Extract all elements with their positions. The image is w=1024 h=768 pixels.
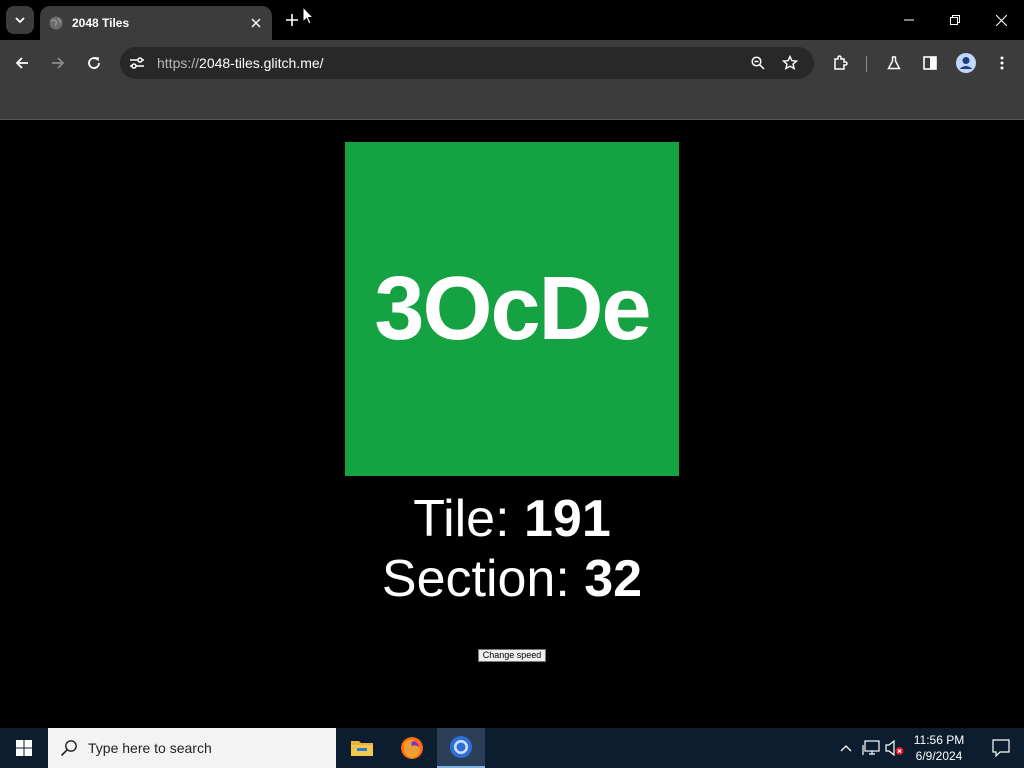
firefox-button[interactable] xyxy=(388,728,436,768)
file-explorer-button[interactable] xyxy=(338,728,386,768)
url-scheme: https:// xyxy=(157,55,200,71)
forward-button[interactable] xyxy=(44,49,72,77)
volume-muted-icon xyxy=(885,740,904,756)
tile-text: 3OcDe xyxy=(374,258,651,359)
chrome-icon xyxy=(450,736,472,758)
search-placeholder: Type here to search xyxy=(88,740,212,756)
notification-button[interactable] xyxy=(978,728,1024,768)
globe-icon xyxy=(48,15,64,31)
plus-icon xyxy=(286,14,298,26)
tab-2048-tiles[interactable]: 2048 Tiles xyxy=(40,6,272,40)
labs-icon xyxy=(887,56,901,70)
tab-search-button[interactable] xyxy=(6,6,34,34)
chevron-up-icon xyxy=(840,745,852,752)
address-bar[interactable]: https://2048-tiles.glitch.me/ xyxy=(120,47,814,79)
menu-icon xyxy=(1000,56,1004,70)
windows-icon xyxy=(16,740,32,756)
close-window-button[interactable] xyxy=(978,0,1024,40)
restore-icon xyxy=(950,15,960,25)
url-text[interactable]: https://2048-tiles.glitch.me/ xyxy=(157,55,324,71)
labs-button[interactable] xyxy=(880,49,908,77)
chrome-button[interactable] xyxy=(437,728,485,768)
profile-icon xyxy=(956,53,976,73)
section-label: Section: xyxy=(381,550,585,608)
tile-label: Tile: xyxy=(413,490,524,548)
taskbar-search-box[interactable]: Type here to search xyxy=(48,728,336,768)
zoom-button[interactable] xyxy=(746,51,770,75)
clock-date: 6/9/2024 xyxy=(915,749,963,763)
url-host: 2048-tiles.glitch.me/ xyxy=(199,55,324,71)
change-speed-button[interactable]: Change speed xyxy=(478,649,546,662)
system-clock[interactable]: 11:56 PM 6/9/2024 xyxy=(908,732,970,764)
tile-counter: Tile: 191 xyxy=(0,489,1024,549)
file-explorer-icon xyxy=(351,741,373,756)
volume-button[interactable] xyxy=(885,738,905,758)
back-button[interactable] xyxy=(8,49,36,77)
network-icon xyxy=(862,740,880,755)
menu-button[interactable] xyxy=(988,49,1016,77)
minimize-button[interactable] xyxy=(886,0,932,40)
section-counter: Section: 32 xyxy=(0,549,1024,609)
site-info-button[interactable] xyxy=(125,51,149,75)
bookmark-button[interactable] xyxy=(778,51,802,75)
reload-icon xyxy=(88,57,100,69)
close-icon xyxy=(995,14,1007,26)
zoom-icon xyxy=(751,56,765,70)
restore-button[interactable] xyxy=(932,0,978,40)
clock-time: 11:56 PM xyxy=(913,733,965,747)
tab-search-icon xyxy=(15,17,25,24)
search-icon xyxy=(60,740,77,757)
firefox-icon xyxy=(401,737,423,759)
extensions-icon xyxy=(834,55,848,70)
mouse-cursor-icon xyxy=(302,6,314,25)
reload-button[interactable] xyxy=(80,49,108,77)
show-hidden-icons-button[interactable] xyxy=(836,738,856,758)
site-info-icon xyxy=(130,57,144,69)
windows-taskbar: Type here to search 11:56 PM 6/9/2024 xyxy=(0,728,1024,768)
tile-number: 191 xyxy=(524,490,611,548)
network-button[interactable] xyxy=(861,738,881,758)
page-content: 3OcDe Tile: 191 Section: 32 Change speed xyxy=(0,121,1024,728)
extensions-button[interactable] xyxy=(826,49,854,77)
forward-icon xyxy=(52,57,65,69)
close-icon[interactable] xyxy=(248,15,264,31)
profile-button[interactable] xyxy=(952,49,980,77)
minimize-icon xyxy=(904,19,914,21)
browser-titlebar: 2048 Tiles xyxy=(0,0,1024,40)
tab-title: 2048 Tiles xyxy=(72,16,130,30)
section-number: 32 xyxy=(584,550,643,608)
start-button[interactable] xyxy=(0,728,48,768)
tile-box: 3OcDe xyxy=(345,142,679,476)
side-panel-icon xyxy=(923,56,937,70)
bookmarks-bar xyxy=(0,86,1024,120)
toolbar-divider xyxy=(866,56,867,72)
notification-icon xyxy=(992,739,1010,757)
new-tab-button[interactable] xyxy=(280,8,304,32)
star-icon xyxy=(782,55,798,71)
side-panel-button[interactable] xyxy=(916,49,944,77)
back-icon xyxy=(15,57,28,69)
